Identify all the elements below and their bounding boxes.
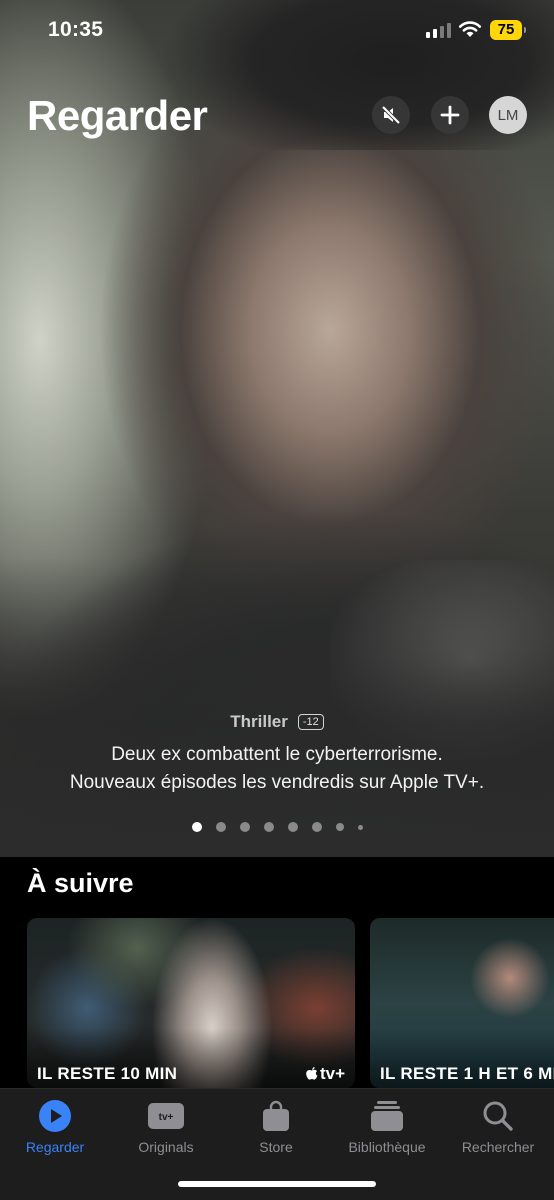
- hero-meta: Thriller -12: [0, 712, 554, 732]
- mute-button[interactable]: [372, 96, 410, 134]
- up-next-card[interactable]: IL RESTE 10 MIN tv+: [27, 918, 355, 1088]
- page-dot[interactable]: [263, 822, 274, 832]
- hero-description-line: Deux ex combattent le cyberterrorisme.: [111, 744, 443, 765]
- speaker-muted-icon: [381, 105, 401, 125]
- hero-genre: Thriller: [230, 712, 288, 731]
- tab-label: Originals: [138, 1139, 194, 1155]
- page-dot[interactable]: [287, 822, 298, 832]
- brand-text: tv+: [319, 1064, 345, 1083]
- apple-tv-plus-logo: tv+: [305, 1064, 345, 1084]
- tab-store[interactable]: Store: [221, 1099, 331, 1155]
- status-time: 10:35: [48, 18, 104, 41]
- hero-description-line: Nouveaux épisodes les vendredis sur Appl…: [69, 772, 485, 793]
- up-next-title: À suivre: [27, 868, 134, 898]
- search-icon: [483, 1101, 513, 1131]
- tab-label: Regarder: [25, 1139, 85, 1155]
- page-title: Regarder: [27, 92, 208, 139]
- library-stack-icon: [371, 1101, 403, 1131]
- tab-originals[interactable]: tv+ Originals: [111, 1099, 221, 1155]
- page-dot[interactable]: [191, 822, 202, 832]
- play-circle-icon: [39, 1100, 71, 1132]
- account-avatar[interactable]: LM: [489, 96, 527, 134]
- tab-label: Store: [259, 1139, 293, 1155]
- page-dot[interactable]: [239, 822, 250, 832]
- svg-text:tv+: tv+: [159, 1112, 174, 1123]
- page-dot[interactable]: [215, 822, 226, 832]
- page-dot[interactable]: [335, 823, 344, 831]
- home-indicator[interactable]: [178, 1181, 376, 1187]
- age-rating-badge: -12: [297, 714, 324, 730]
- time-remaining-label: IL RESTE 1 H ET 6 MIN: [380, 1064, 554, 1083]
- plus-icon: [440, 105, 460, 125]
- battery-icon: 75: [490, 20, 526, 40]
- tab-bibliotheque[interactable]: Bibliothèque: [332, 1099, 442, 1155]
- tab-regarder[interactable]: Regarder: [0, 1099, 110, 1155]
- hero-description[interactable]: Deux ex combattent le cyberterrorisme. N…: [0, 741, 554, 797]
- apple-logo-icon: [306, 1067, 318, 1080]
- time-remaining-label: IL RESTE 10 MIN: [37, 1064, 178, 1083]
- tab-rechercher[interactable]: Rechercher: [443, 1099, 553, 1155]
- add-button[interactable]: [431, 96, 469, 134]
- tab-label: Bibliothèque: [348, 1139, 426, 1155]
- shopping-bag-icon: [263, 1100, 289, 1131]
- hero-page-indicator[interactable]: [0, 822, 554, 832]
- hero-fade: [0, 557, 554, 857]
- page-dot[interactable]: [357, 824, 363, 830]
- wifi-icon: [458, 21, 482, 37]
- status-bar: 10:35 75: [0, 0, 554, 60]
- apple-tv-plus-icon: tv+: [148, 1103, 184, 1129]
- tab-label: Rechercher: [461, 1139, 535, 1155]
- page-dot[interactable]: [311, 822, 322, 832]
- up-next-card[interactable]: IL RESTE 1 H ET 6 MIN: [370, 918, 554, 1088]
- cellular-signal-icon: [426, 23, 451, 38]
